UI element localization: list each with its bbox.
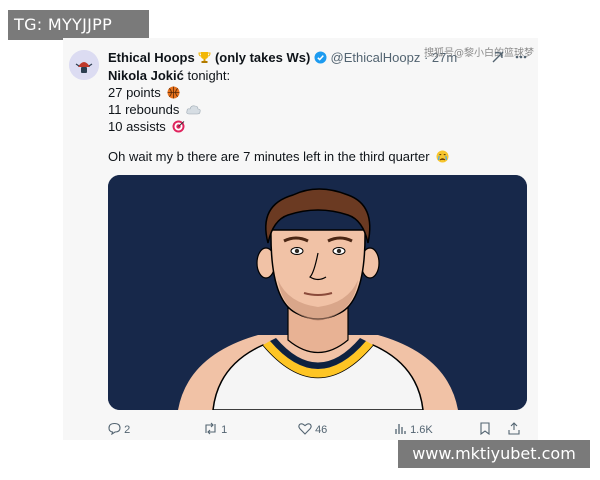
retweet-count: 1	[221, 424, 228, 436]
player-name: Nikola Jokić	[108, 68, 184, 83]
crying-face-icon	[436, 150, 449, 163]
tweet-line-rebounds: 11 rebounds	[108, 101, 230, 118]
bookmark-icon	[479, 422, 491, 436]
heart-icon	[298, 423, 315, 436]
more-options-icon[interactable]	[514, 50, 528, 67]
like-button[interactable]: 46	[298, 422, 327, 436]
author-name[interactable]: Ethical Hoops	[108, 50, 195, 65]
retweet-button[interactable]: 1	[203, 422, 227, 436]
views-button[interactable]: 1.6K	[394, 422, 433, 436]
rebounds-text: 11 rebounds	[108, 102, 180, 117]
cloud-icon	[186, 103, 201, 116]
trophy-icon	[198, 50, 215, 65]
watermark-bottom-right: www.mktiyubet.com	[398, 440, 590, 468]
reply-icon	[108, 422, 124, 436]
reply-button[interactable]: 2	[108, 422, 130, 436]
tweet-followup: Oh wait my b there are 7 minutes left in…	[108, 149, 449, 164]
author-avatar[interactable]	[69, 50, 99, 80]
basketball-icon	[167, 86, 180, 99]
views-count: 1.6K	[410, 424, 433, 436]
target-icon	[172, 120, 185, 133]
avatar-logo-icon	[69, 50, 99, 80]
player-portrait-illustration	[108, 175, 527, 410]
watermark-top-left: TG: MYYJJPP	[8, 10, 149, 40]
views-chart-icon	[394, 424, 410, 436]
share-icon	[508, 422, 520, 436]
tweet-line-points: 27 points	[108, 84, 230, 101]
share-button[interactable]	[508, 422, 520, 436]
like-count: 46	[315, 424, 328, 436]
tweet-body: Nikola Jokić tonight: 27 points 11 rebou…	[108, 67, 230, 135]
assists-text: 10 assists	[108, 119, 166, 134]
author-suffix[interactable]: (only takes Ws)	[215, 50, 310, 65]
tweet-header: Ethical Hoops (only takes Ws) @EthicalHo…	[108, 50, 457, 65]
tonight-text: tonight:	[183, 68, 231, 83]
tweet-line-assists: 10 assists	[108, 118, 230, 135]
tweet-media-image[interactable]	[108, 175, 527, 410]
bookmark-button[interactable]	[479, 422, 491, 436]
tweet-line-player: Nikola Jokić tonight:	[108, 67, 230, 84]
retweet-icon	[203, 422, 221, 436]
grok-icon[interactable]	[491, 50, 505, 67]
reply-count: 2	[124, 424, 131, 436]
followup-text: Oh wait my b there are 7 minutes left in…	[108, 149, 430, 164]
points-text: 27 points	[108, 85, 161, 100]
verified-badge-icon	[314, 50, 331, 65]
